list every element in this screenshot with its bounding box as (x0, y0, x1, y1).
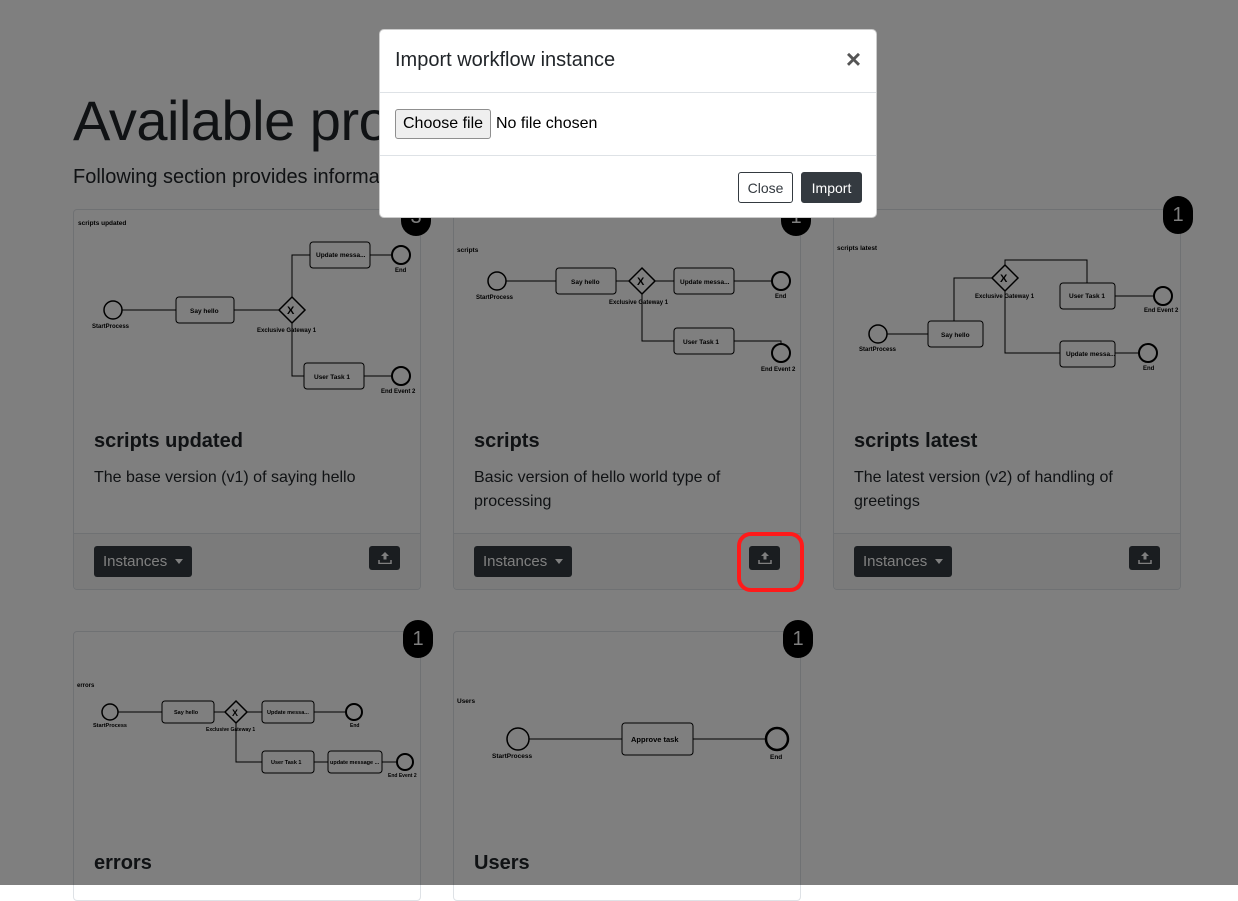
modal-footer: Close Import (380, 156, 876, 219)
file-status: No file chosen (496, 115, 598, 132)
close-icon[interactable]: × (846, 46, 861, 72)
close-button[interactable]: Close (738, 172, 793, 203)
modal-body: Choose file No file chosen (380, 93, 876, 156)
modal-title: Import workflow instance (395, 49, 616, 71)
import-button[interactable]: Import (801, 172, 862, 203)
modal-header: Import workflow instance × (380, 30, 876, 93)
import-modal: Import workflow instance × Choose file N… (379, 29, 877, 218)
highlight-ring (737, 532, 804, 592)
choose-file-button[interactable]: Choose file (395, 109, 492, 139)
